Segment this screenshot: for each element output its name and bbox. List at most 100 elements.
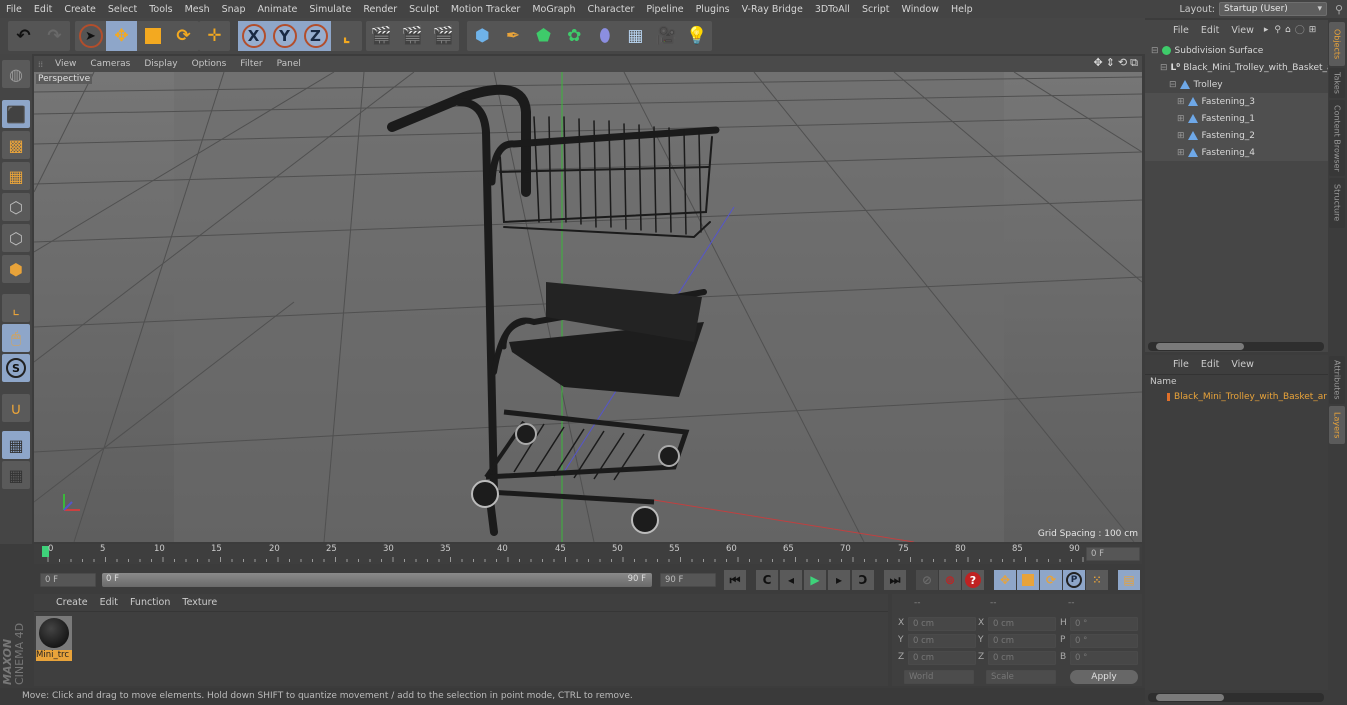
menu-help[interactable]: Help (945, 4, 979, 15)
coord-value-field[interactable]: 0 ° (1070, 651, 1138, 665)
edges-mode-button[interactable]: ⬡ (2, 224, 30, 252)
pan-icon[interactable]: ✥ (1093, 56, 1102, 70)
material-swatch[interactable]: Mini_trc (36, 616, 72, 662)
layer-row[interactable]: Black_Mini_Trolley_with_Basket_ar (1155, 390, 1327, 403)
viewport-menu-options[interactable]: Options (185, 59, 234, 69)
menu-render[interactable]: Render (357, 4, 403, 15)
render-picture-viewer-button[interactable]: 🎬 (397, 21, 428, 51)
undo-button[interactable]: ↶ (8, 21, 39, 51)
start-frame-field[interactable]: 0 F (40, 573, 96, 587)
viewport-menu-view[interactable]: View (48, 59, 83, 69)
key-position-toggle[interactable]: ✥ (994, 570, 1016, 590)
coord-value-field[interactable]: 0 cm (988, 651, 1056, 665)
goto-end-button[interactable]: ⏭ (884, 570, 906, 590)
move-tool-button[interactable]: ✥ (106, 21, 137, 51)
object-menu-file[interactable]: File (1167, 25, 1195, 36)
cloner-button[interactable]: ✿ (559, 21, 590, 51)
eye-icon[interactable]: ◯ (1293, 25, 1307, 35)
make-editable-button[interactable]: ◍ (2, 60, 30, 88)
model-mode-button[interactable]: ⬛ (2, 100, 30, 128)
material-menu-function[interactable]: Function (124, 597, 176, 608)
material-menu-edit[interactable]: Edit (94, 597, 124, 608)
floor-button[interactable]: ▦ (620, 21, 651, 51)
snap-button[interactable]: ∪ (2, 394, 30, 422)
coord-value-field[interactable]: 0 cm (908, 651, 976, 665)
scale-tool-button[interactable] (137, 21, 168, 51)
points-mode-button[interactable]: ⬡ (2, 193, 30, 221)
play-button[interactable]: ▶ (804, 570, 826, 590)
menu-tools[interactable]: Tools (143, 4, 178, 15)
coordinate-system-button[interactable]: ⌞ (331, 21, 362, 51)
frame-range-slider[interactable]: 0 F 90 F (102, 573, 652, 587)
object-row-fastening-2[interactable]: ⊞ Fastening_2 (1145, 127, 1328, 144)
render-view-button[interactable]: 🎬 (366, 21, 397, 51)
texture-mode-button[interactable]: ▩ (2, 131, 30, 159)
collapse-icon[interactable]: ⊟ (1151, 46, 1159, 56)
object-row-fastening-4[interactable]: ⊞ Fastening_4 (1145, 144, 1328, 161)
tab-layers[interactable]: Layers (1329, 406, 1345, 444)
tab-structure[interactable]: Structure (1329, 178, 1345, 228)
coordinate-mode-select[interactable]: World (904, 670, 974, 684)
object-row-fastening-3[interactable]: ⊞ Fastening_3 (1145, 93, 1328, 110)
object-menu-edit[interactable]: Edit (1195, 25, 1225, 36)
menu-file[interactable]: File (0, 4, 28, 15)
recent-tool-button[interactable]: ✛ (199, 21, 230, 51)
coord-value-field[interactable]: 0 ° (1070, 634, 1138, 648)
search-icon[interactable]: ⚲ (1331, 3, 1347, 16)
object-row-trolley-group[interactable]: ⊟ L⁰ Black_Mini_Trolley_with_Basket_a (1145, 59, 1328, 76)
end-frame-field[interactable]: 90 F (660, 573, 716, 587)
new-window-icon[interactable]: ⊞ (1307, 25, 1319, 35)
menu-3dtoall[interactable]: 3DToAll (809, 4, 856, 15)
workplane-mode-button[interactable]: ▦ (2, 162, 30, 190)
axis-mode-button[interactable]: ⌞ (2, 294, 30, 322)
menu-sculpt[interactable]: Sculpt (403, 4, 445, 15)
menu-script[interactable]: Script (856, 4, 896, 15)
collapse-icon[interactable]: ⊟ (1160, 63, 1168, 73)
tweak-mode-button[interactable]: 🖱 (2, 324, 30, 352)
coord-value-field[interactable]: 0 ° (1070, 617, 1138, 631)
object-row-subdivision-surface[interactable]: ⊟ Subdivision Surface (1145, 42, 1328, 59)
live-selection-button[interactable]: ➤ (75, 21, 106, 51)
polygons-mode-button[interactable]: ⬢ (2, 255, 30, 283)
layer-color-swatch[interactable] (1167, 392, 1170, 401)
previous-key-button[interactable]: C (756, 570, 778, 590)
menu-character[interactable]: Character (581, 4, 640, 15)
render-settings-button[interactable]: 🎬 (428, 21, 459, 51)
viewport-menu-panel[interactable]: Panel (270, 59, 308, 69)
expand-icon[interactable]: ⊞ (1177, 148, 1185, 158)
collapse-icon[interactable]: ⊟ (1169, 80, 1177, 90)
keyframe-selection-button[interactable]: ? (962, 570, 984, 590)
light-button[interactable]: 💡 (681, 21, 712, 51)
menu-window[interactable]: Window (896, 4, 945, 15)
key-parameter-toggle[interactable]: P (1063, 570, 1085, 590)
autokey-button[interactable]: ⊚ (939, 570, 961, 590)
search-icon[interactable]: ⚲ (1272, 25, 1283, 35)
home-icon[interactable]: ⌂ (1283, 25, 1293, 35)
3d-viewport[interactable]: Perspective Grid Spacing : 100 cm (34, 72, 1142, 542)
menu-simulate[interactable]: Simulate (303, 4, 357, 15)
timeline-window-button[interactable]: ▤ (1118, 570, 1140, 590)
menu-edit[interactable]: Edit (28, 4, 58, 15)
coord-value-field[interactable]: 0 cm (908, 634, 976, 648)
layer-menu-view[interactable]: View (1225, 359, 1260, 370)
drag-handle-icon[interactable]: ⁞⁞ (34, 60, 48, 69)
layer-horizontal-scrollbar[interactable] (1148, 693, 1324, 702)
object-horizontal-scrollbar[interactable] (1148, 342, 1324, 351)
tab-objects[interactable]: Objects (1329, 22, 1345, 66)
key-rotation-toggle[interactable]: ⟳ (1040, 570, 1062, 590)
maximize-view-icon[interactable]: ⧉ (1130, 56, 1138, 70)
menu-plugins[interactable]: Plugins (690, 4, 736, 15)
next-frame-button[interactable]: ▸ (828, 570, 850, 590)
expand-icon[interactable]: ⊞ (1177, 131, 1185, 141)
key-scale-toggle[interactable] (1017, 570, 1039, 590)
solo-button[interactable]: S (2, 354, 30, 382)
coordinate-type-select[interactable]: Scale (986, 670, 1056, 684)
menu-mesh[interactable]: Mesh (179, 4, 216, 15)
layer-menu-file[interactable]: File (1167, 359, 1195, 370)
tab-takes[interactable]: Takes (1329, 68, 1345, 98)
layout-dropdown[interactable]: Startup (User) (1219, 2, 1327, 16)
current-frame-field[interactable]: 0 F (1086, 547, 1140, 561)
next-key-button[interactable]: Ↄ (852, 570, 874, 590)
y-axis-toggle[interactable]: Y (269, 21, 300, 51)
menu-snap[interactable]: Snap (216, 4, 252, 15)
